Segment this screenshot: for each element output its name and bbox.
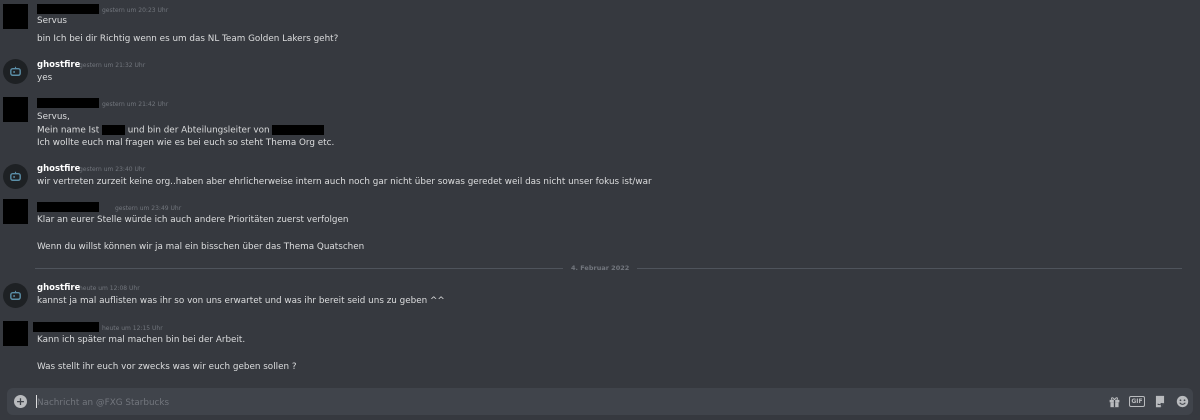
avatar[interactable] xyxy=(3,283,28,308)
message-text: bin Ich bei dir Richtig wenn es um das N… xyxy=(37,34,339,44)
avatar[interactable] xyxy=(3,97,28,122)
timestamp: heute um 12:08 Uhr xyxy=(79,285,140,292)
emoji-icon xyxy=(1176,395,1188,407)
message-composer: + GIF xyxy=(7,388,1193,417)
message-text-part: Mein name Ist xyxy=(37,125,100,136)
redacted-text xyxy=(102,125,125,135)
timestamp: heute um 12:15 Uhr xyxy=(102,325,163,332)
avatar[interactable] xyxy=(3,59,28,84)
timestamp: gestern um 21:42 Uhr xyxy=(102,101,169,108)
add-attachment-button[interactable]: + xyxy=(14,395,27,408)
redacted-username[interactable] xyxy=(37,98,99,108)
redacted-username[interactable] xyxy=(37,202,99,212)
timestamp: gestern um 21:32 Uhr xyxy=(79,62,146,69)
message-text: Was stellt ihr euch vor zwecks was wir e… xyxy=(37,362,297,372)
username[interactable]: ghostfire xyxy=(37,283,80,293)
avatar[interactable] xyxy=(3,321,28,346)
message-text-part: und bin der Abteilungsleiter von xyxy=(127,125,270,136)
message-text: Klar an eurer Stelle würde ich auch ande… xyxy=(37,215,349,225)
message-input[interactable] xyxy=(35,388,1099,417)
gift-icon xyxy=(1109,396,1119,407)
username[interactable]: ghostfire xyxy=(37,164,80,174)
redacted-username[interactable] xyxy=(33,322,99,332)
gif-button[interactable]: GIF xyxy=(1129,394,1145,408)
date-divider-label: 4. Februar 2022 xyxy=(563,264,638,272)
message-text: Ich wollte euch mal fragen wie es bei eu… xyxy=(37,138,335,148)
bot-avatar-icon xyxy=(10,290,21,300)
timestamp: gestern um 23:40 Uhr xyxy=(79,166,146,173)
gif-label: GIF xyxy=(1129,395,1145,407)
avatar[interactable] xyxy=(3,4,28,29)
message-text: kannst ja mal auflisten was ihr so von u… xyxy=(37,296,445,306)
emoji-button[interactable] xyxy=(1175,394,1189,408)
timestamp: gestern um 23:49 Uhr xyxy=(115,205,182,212)
bot-avatar-icon xyxy=(10,171,21,181)
avatar[interactable] xyxy=(3,199,28,224)
sticker-icon xyxy=(1155,395,1165,407)
message-text: wir vertreten zurzeit keine org..haben a… xyxy=(37,177,652,187)
message-text: Wenn du willst können wir ja mal ein bis… xyxy=(37,242,365,252)
message-text: Kann ich später mal machen bin bei der A… xyxy=(37,335,246,345)
message-text: Servus, xyxy=(37,112,70,122)
redacted-username[interactable] xyxy=(37,4,99,14)
avatar[interactable] xyxy=(3,164,28,189)
message-text: yes xyxy=(37,73,53,83)
gift-button[interactable] xyxy=(1107,394,1121,408)
timestamp: gestern um 20:23 Uhr xyxy=(102,7,169,14)
sticker-button[interactable] xyxy=(1153,394,1167,408)
message-text: Servus xyxy=(37,16,67,26)
bot-avatar-icon xyxy=(10,66,21,76)
username[interactable]: ghostfire xyxy=(37,60,80,70)
redacted-text xyxy=(272,125,325,135)
message-text: Mein name Ist und bin der Abteilungsleit… xyxy=(37,125,325,136)
